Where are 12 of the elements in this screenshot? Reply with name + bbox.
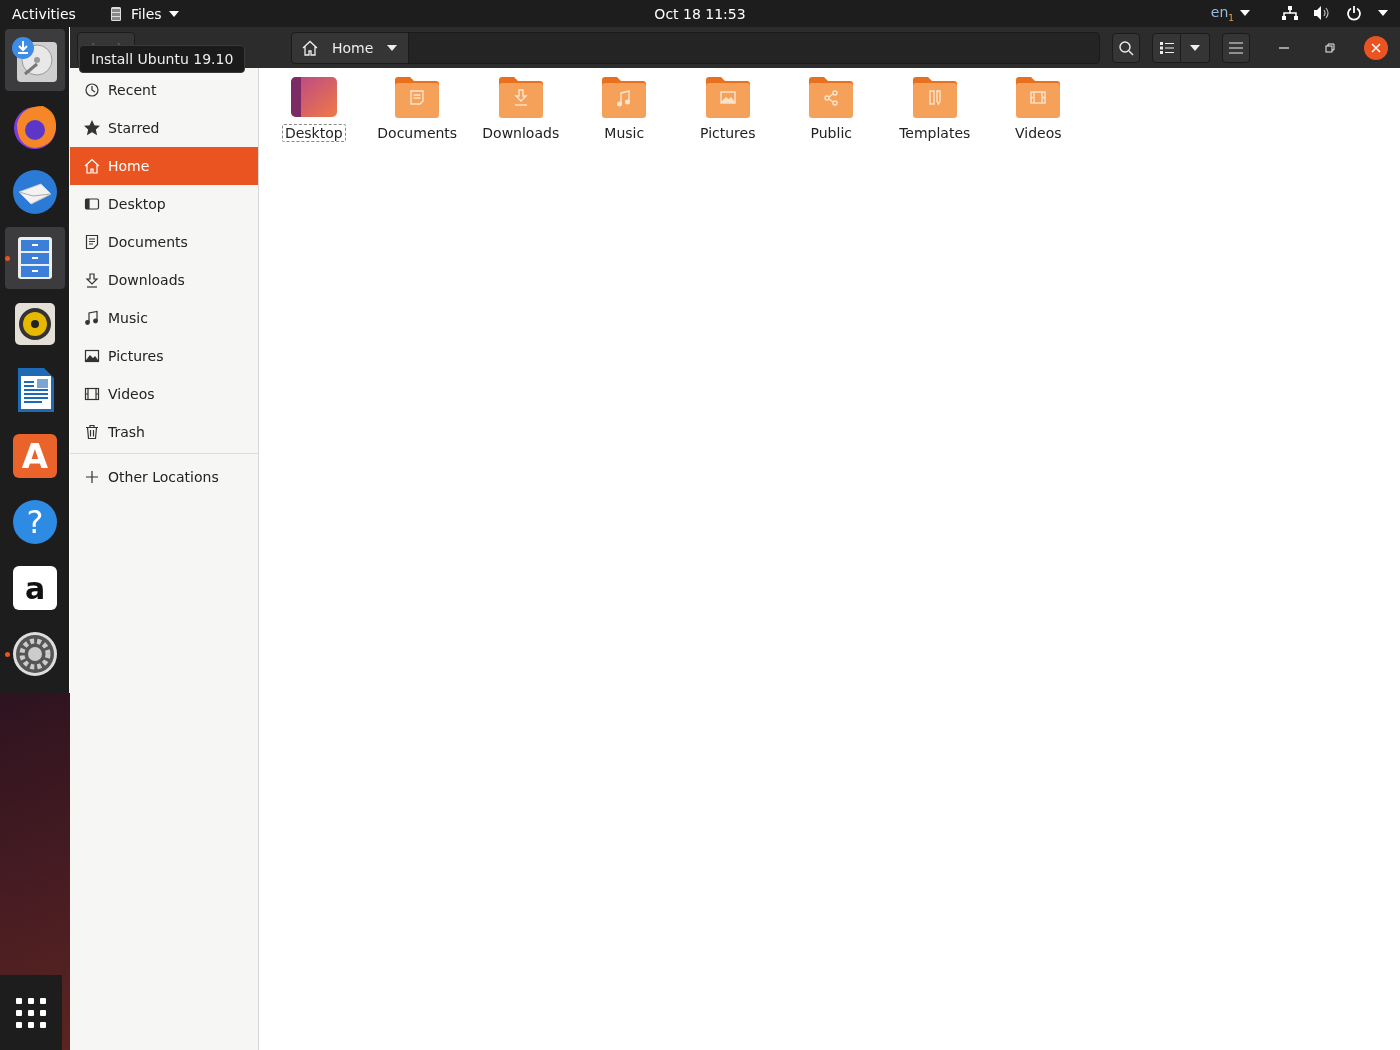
- help-icon: ?: [13, 500, 57, 544]
- folder-name: Public: [809, 124, 853, 142]
- folder-name: Templates: [898, 124, 972, 142]
- folder-name: Pictures: [699, 124, 757, 142]
- folder-name: Documents: [376, 124, 459, 142]
- folder-name: Downloads: [481, 124, 561, 142]
- amazon-app-icon: a: [13, 566, 57, 610]
- folder-name: Videos: [1014, 124, 1063, 142]
- folder-name: Music: [603, 124, 646, 142]
- tooltip: Install Ubuntu 19.10: [79, 45, 246, 73]
- software-store-icon: A: [13, 434, 57, 478]
- folder-name: Desktop: [281, 124, 346, 142]
